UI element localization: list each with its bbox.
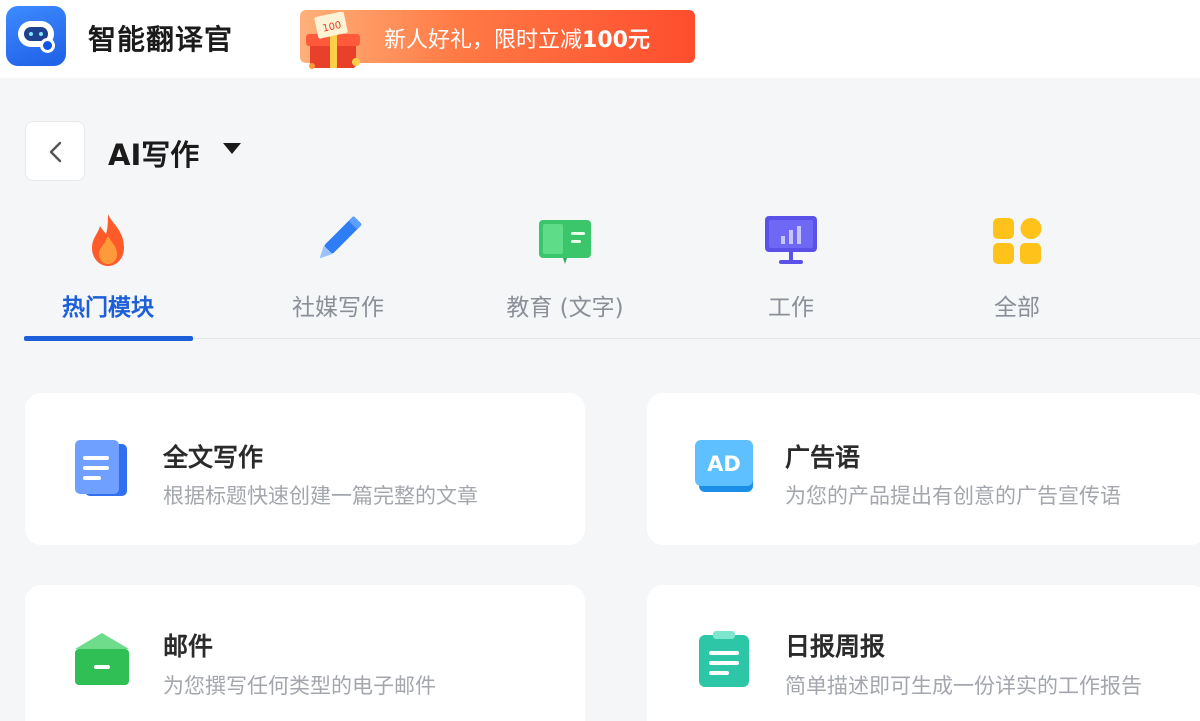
page-title: AI写作 xyxy=(108,138,200,172)
book-icon xyxy=(539,220,591,264)
card-title: 广告语 xyxy=(785,443,861,472)
promo-banner[interactable]: 100 新人好礼，限时立减100元 xyxy=(300,10,695,69)
promo-text-prefix: 新人好礼，限时立减 xyxy=(384,28,583,53)
ad-icon: AD xyxy=(695,440,753,492)
caret-down-icon[interactable] xyxy=(223,143,241,154)
chevron-left-icon xyxy=(49,141,62,163)
tab-hot-modules[interactable]: 热门模块 xyxy=(23,200,193,338)
app-logo-icon[interactable] xyxy=(6,6,66,66)
back-button[interactable] xyxy=(25,121,85,181)
category-tabs: 热门模块 社媒写作 教育 (文字) 工作 全部 xyxy=(0,200,1200,340)
pencil-icon xyxy=(319,216,362,259)
card-title: 日报周报 xyxy=(785,632,886,661)
tab-label: 全部 xyxy=(994,295,1040,321)
mail-icon xyxy=(75,633,129,685)
card-description: 简单描述即可生成一份详实的工作报告 xyxy=(785,674,1142,698)
tab-work[interactable]: 工作 xyxy=(706,200,876,338)
card-title: 全文写作 xyxy=(163,443,264,472)
active-tab-indicator xyxy=(24,336,193,341)
grid-icon xyxy=(993,218,1042,264)
card-description: 为您的产品提出有创意的广告宣传语 xyxy=(785,484,1121,508)
tab-label: 工作 xyxy=(768,295,814,321)
fire-icon xyxy=(92,214,124,266)
tab-label: 社媒写作 xyxy=(292,295,384,321)
promo-text: 新人好礼，限时立减100元 xyxy=(384,22,650,54)
card-daily-weekly-report[interactable]: 日报周报 简单描述即可生成一份详实的工作报告 xyxy=(647,585,1200,721)
card-description: 根据标题快速创建一篇完整的文章 xyxy=(163,484,478,508)
document-icon xyxy=(75,440,127,496)
card-description: 为您撰写任何类型的电子邮件 xyxy=(163,674,436,698)
tabs-divider xyxy=(24,338,1200,339)
presentation-icon xyxy=(765,216,817,264)
promo-amount: 100元 xyxy=(582,28,650,53)
card-email[interactable]: 邮件 为您撰写任何类型的电子邮件 xyxy=(25,585,585,721)
tab-label: 教育 (文字) xyxy=(506,295,624,321)
tab-all[interactable]: 全部 xyxy=(932,200,1102,338)
card-ad-slogan[interactable]: AD 广告语 为您的产品提出有创意的广告宣传语 xyxy=(647,393,1200,545)
ad-icon-text: AD xyxy=(707,452,741,476)
card-title: 邮件 xyxy=(163,632,214,661)
app-name: 智能翻译官 xyxy=(88,23,234,56)
gift-box-icon: 100 xyxy=(306,12,360,69)
tab-label: 热门模块 xyxy=(62,295,154,321)
top-header: 智能翻译官 100 新人好礼，限时立减100元 xyxy=(0,0,1200,78)
tab-social-media-writing[interactable]: 社媒写作 xyxy=(253,200,423,338)
gear-icon xyxy=(40,38,55,53)
card-full-article-writing[interactable]: 全文写作 根据标题快速创建一篇完整的文章 xyxy=(25,393,585,545)
tab-education[interactable]: 教育 (文字) xyxy=(480,200,650,338)
clipboard-icon xyxy=(699,631,749,687)
